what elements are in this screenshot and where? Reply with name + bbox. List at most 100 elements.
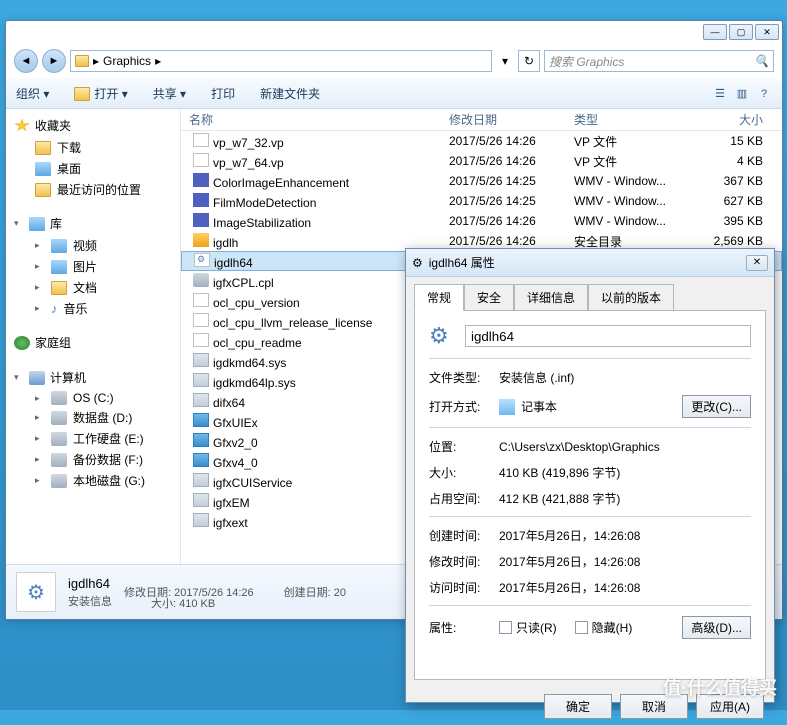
nav-drive-d[interactable]: ▸数据盘 (D:)	[11, 407, 175, 428]
file-name: ColorImageEnhancement	[213, 176, 349, 190]
hidden-label: 隐藏(H)	[592, 619, 633, 636]
search-input[interactable]: 搜索 Graphics 🔍	[544, 50, 774, 72]
expand-icon[interactable]: ▸	[35, 433, 45, 444]
document-icon	[51, 281, 67, 295]
properties-dialog: ⚙ igdlh64 属性 ✕ 常规 安全 详细信息 以前的版本 ⚙ 文件类型:安…	[405, 248, 775, 703]
expand-icon[interactable]: ▸	[35, 475, 45, 486]
file-icon	[193, 153, 209, 167]
file-size: 627 KB	[691, 194, 771, 208]
tab-details[interactable]: 详细信息	[514, 284, 588, 311]
close-button[interactable]: ✕	[755, 24, 779, 40]
address-dropdown[interactable]: ▾	[496, 54, 514, 68]
breadcrumb-arrow[interactable]: ▸	[93, 54, 99, 68]
disk-value: 412 KB (421,888 字节)	[499, 490, 751, 507]
expand-icon[interactable]: ▸	[35, 261, 45, 272]
help-icon[interactable]: ?	[756, 86, 772, 102]
nav-videos[interactable]: ▸视频	[11, 235, 175, 256]
file-row[interactable]: vp_w7_32.vp2017/5/26 14:26VP 文件15 KB	[181, 131, 782, 151]
address-bar[interactable]: ▸ Graphics ▸	[70, 50, 492, 72]
file-row[interactable]: ColorImageEnhancement2017/5/26 14:25WMV …	[181, 171, 782, 191]
expand-icon[interactable]: ▸	[35, 393, 45, 404]
collapse-icon[interactable]: ▾	[14, 218, 24, 229]
readonly-checkbox[interactable]	[499, 621, 512, 634]
ok-button[interactable]: 确定	[544, 694, 612, 719]
type-value: 安装信息 (.inf)	[499, 369, 751, 386]
file-name: vp_w7_32.vp	[213, 136, 284, 150]
properties-title: igdlh64 属性	[429, 254, 495, 271]
advanced-button[interactable]: 高级(D)...	[682, 616, 751, 639]
computer-header[interactable]: ▾计算机	[11, 366, 175, 389]
expand-icon[interactable]: ▸	[35, 282, 45, 293]
change-button[interactable]: 更改(C)...	[682, 395, 751, 418]
file-row[interactable]: ImageStabilization2017/5/26 14:26WMV - W…	[181, 211, 782, 231]
properties-titlebar[interactable]: ⚙ igdlh64 属性 ✕	[406, 249, 774, 277]
expand-icon[interactable]: ▸	[35, 454, 45, 465]
file-row[interactable]: FilmModeDetection2017/5/26 14:25WMV - Wi…	[181, 191, 782, 211]
nav-documents[interactable]: ▸文档	[11, 277, 175, 298]
homegroup-header[interactable]: 家庭组	[11, 331, 175, 354]
organize-menu[interactable]: 组织 ▾	[16, 85, 49, 102]
new-folder-button[interactable]: 新建文件夹	[260, 85, 320, 102]
file-type: 安全目录	[566, 233, 691, 250]
properties-close-button[interactable]: ✕	[746, 255, 768, 271]
libraries-header[interactable]: ▾库	[11, 212, 175, 235]
nav-desktop[interactable]: 桌面	[11, 158, 175, 179]
tab-security[interactable]: 安全	[464, 284, 514, 311]
window-controls: — ▢ ✕	[703, 24, 779, 40]
file-type: WMV - Window...	[566, 194, 691, 208]
print-button[interactable]: 打印	[211, 85, 235, 102]
nav-drive-f[interactable]: ▸备份数据 (F:)	[11, 449, 175, 470]
details-filetype: 安装信息	[68, 593, 112, 609]
file-name: Gfxv2_0	[213, 436, 258, 450]
col-type[interactable]: 类型	[566, 111, 691, 128]
minimize-button[interactable]: —	[703, 24, 727, 40]
file-icon	[193, 333, 209, 347]
file-icon	[193, 213, 209, 227]
collapse-icon[interactable]: ▾	[14, 372, 24, 383]
file-name: igdlh64	[214, 256, 253, 270]
disk-icon	[51, 453, 67, 467]
nav-drive-c[interactable]: ▸OS (C:)	[11, 389, 175, 407]
filename-input[interactable]	[465, 325, 751, 347]
file-name: igdlh	[213, 236, 238, 250]
open-menu[interactable]: 打开 ▾	[74, 85, 127, 102]
homegroup-icon	[14, 336, 30, 350]
expand-icon[interactable]: ▸	[35, 303, 45, 314]
details-size-value: 410 KB	[179, 598, 215, 610]
share-menu[interactable]: 共享 ▾	[153, 85, 186, 102]
modified-label: 修改时间:	[429, 553, 499, 570]
col-size[interactable]: 大小	[691, 111, 771, 128]
expand-icon[interactable]: ▸	[35, 412, 45, 423]
folder-icon	[35, 183, 51, 197]
hidden-checkbox[interactable]	[575, 621, 588, 634]
nav-downloads[interactable]: 下载	[11, 137, 175, 158]
tab-previous[interactable]: 以前的版本	[588, 284, 674, 311]
breadcrumb-arrow[interactable]: ▸	[155, 54, 161, 68]
file-icon	[193, 433, 209, 447]
back-button[interactable]: ◄	[14, 49, 38, 73]
col-date[interactable]: 修改日期	[441, 111, 566, 128]
refresh-button[interactable]: ↻	[518, 50, 540, 72]
favorites-header[interactable]: 收藏夹	[11, 114, 175, 137]
modified-value: 2017年5月26日，14:26:08	[499, 553, 751, 570]
maximize-button[interactable]: ▢	[729, 24, 753, 40]
pane-icon[interactable]: ▥	[734, 86, 750, 102]
forward-button[interactable]: ►	[42, 49, 66, 73]
view-icon[interactable]: ☰	[712, 86, 728, 102]
file-icon	[193, 393, 209, 407]
file-icon	[193, 513, 209, 527]
file-row[interactable]: vp_w7_64.vp2017/5/26 14:26VP 文件4 KB	[181, 151, 782, 171]
expand-icon[interactable]: ▸	[35, 240, 45, 251]
file-name: igfxCPL.cpl	[213, 276, 274, 290]
nav-drive-e[interactable]: ▸工作硬盘 (E:)	[11, 428, 175, 449]
tab-general[interactable]: 常规	[414, 284, 464, 311]
col-name[interactable]: 名称	[181, 111, 441, 128]
breadcrumb-segment[interactable]: Graphics	[103, 54, 151, 68]
nav-drive-g[interactable]: ▸本地磁盘 (G:)	[11, 470, 175, 491]
nav-recent[interactable]: 最近访问的位置	[11, 179, 175, 200]
disk-icon	[51, 432, 67, 446]
size-label: 大小:	[429, 464, 499, 481]
nav-music[interactable]: ▸♪音乐	[11, 298, 175, 319]
library-icon	[29, 217, 45, 231]
nav-pictures[interactable]: ▸图片	[11, 256, 175, 277]
